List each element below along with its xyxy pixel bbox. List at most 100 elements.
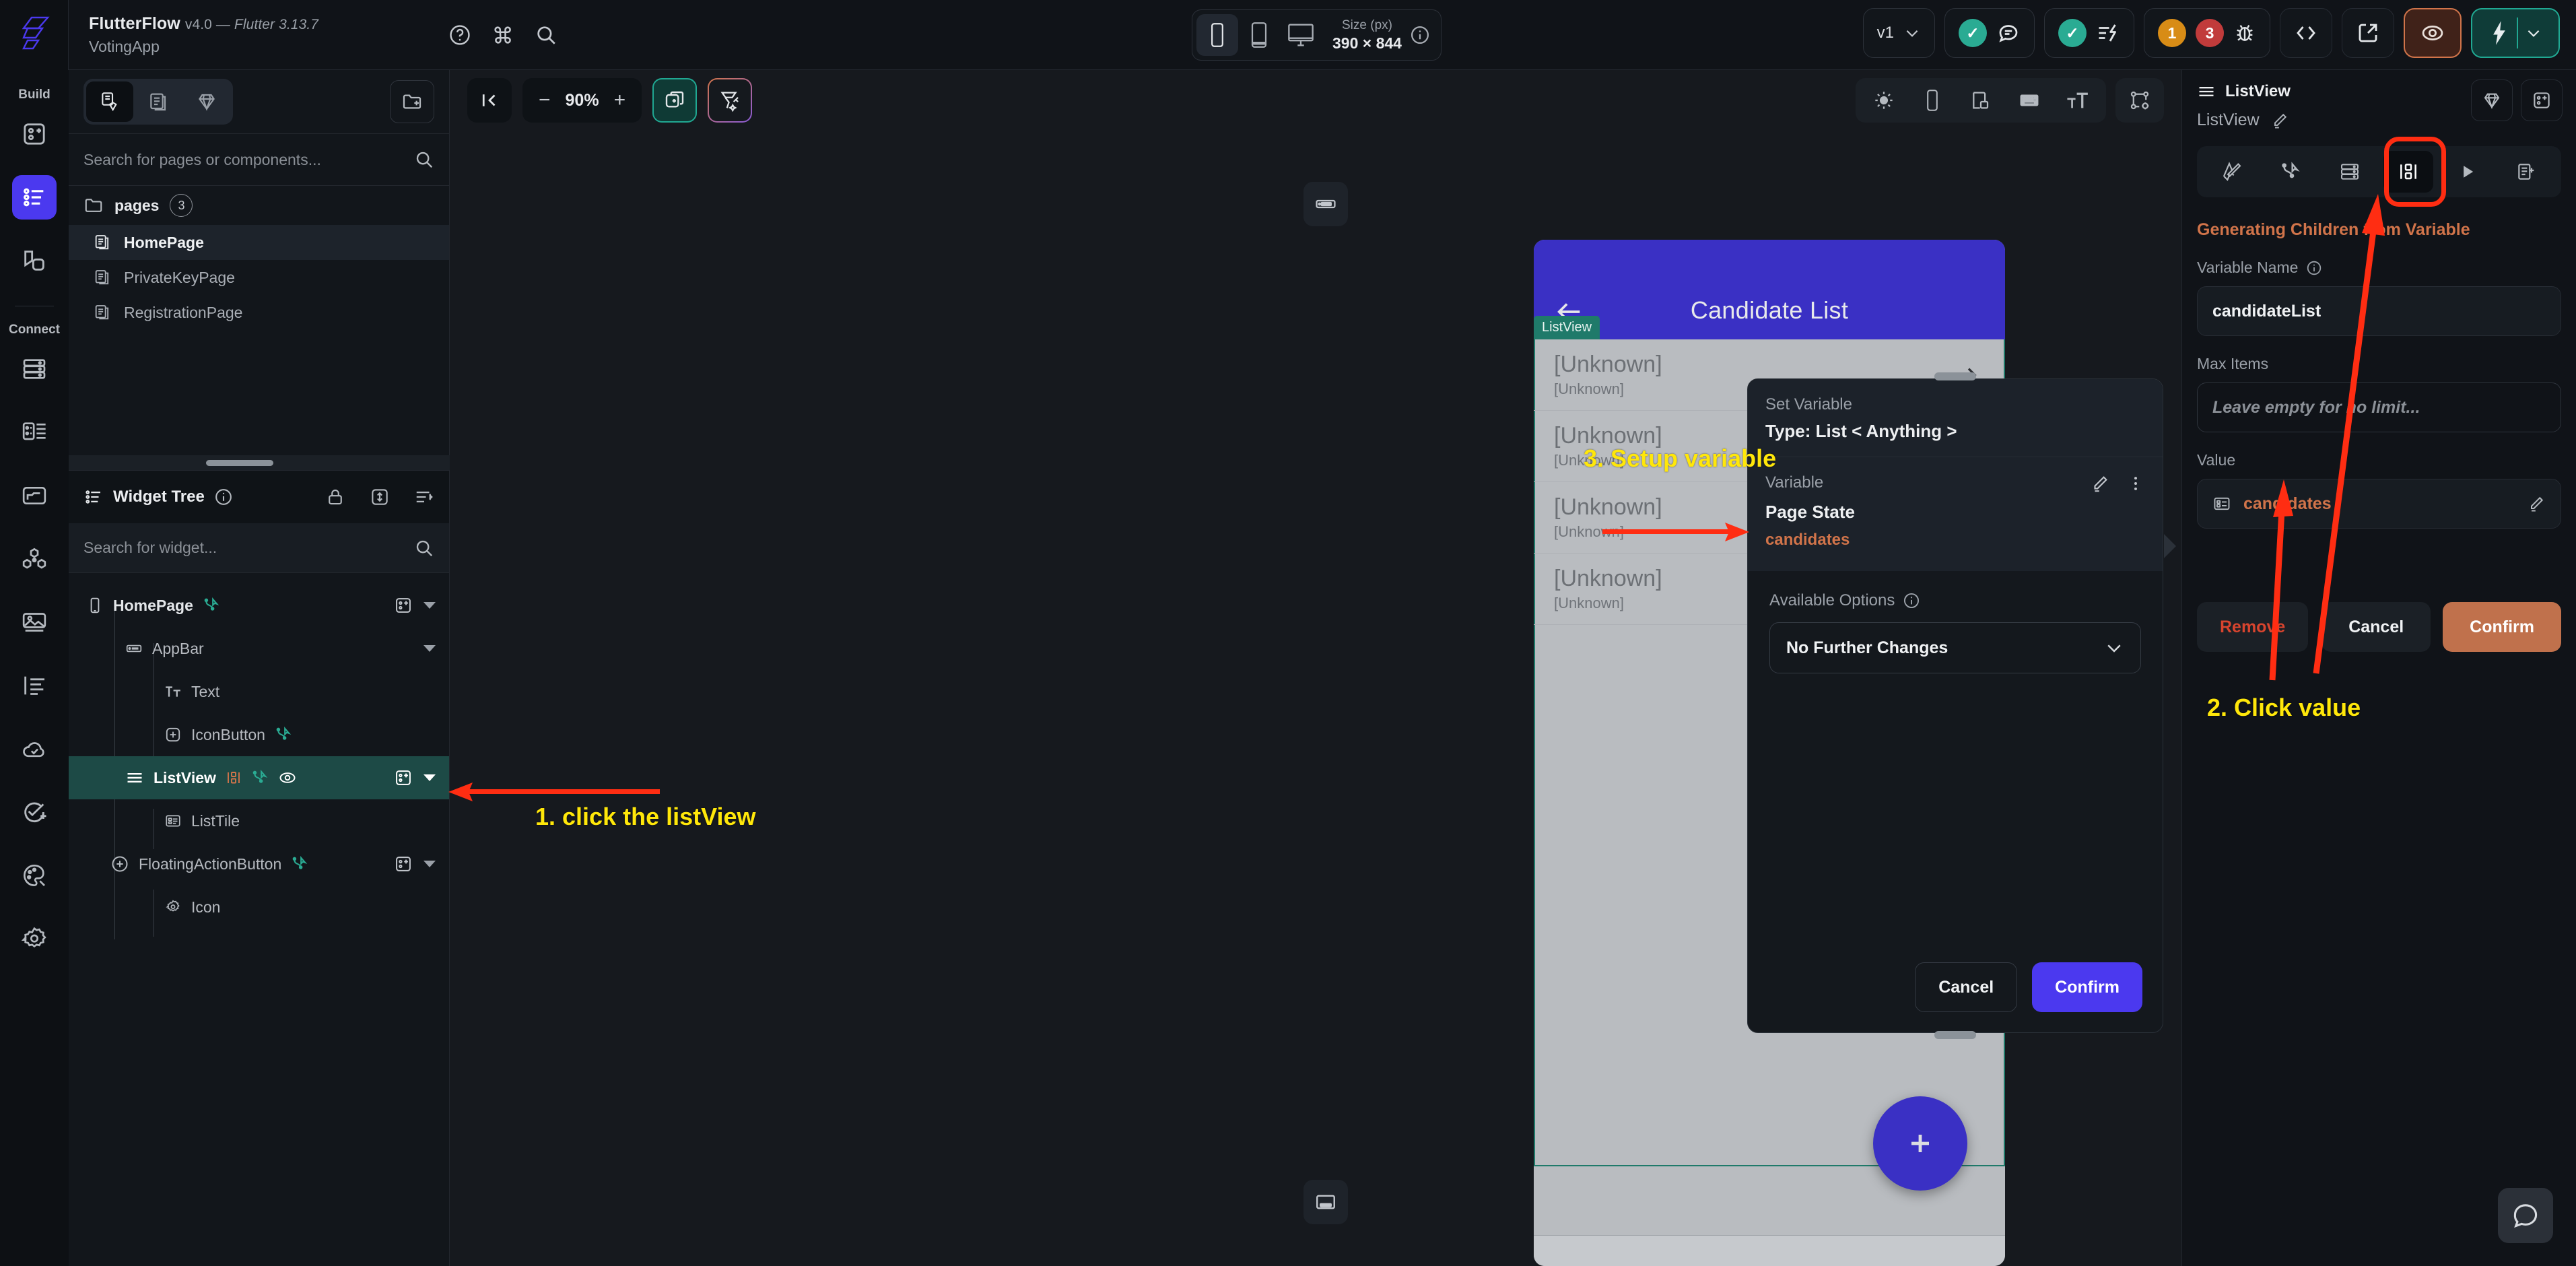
device-phone-button[interactable]	[1196, 14, 1238, 56]
pages-search-input[interactable]	[83, 150, 380, 169]
product-name: FlutterFlow	[89, 13, 180, 33]
share-button[interactable]	[2342, 8, 2394, 58]
tree-node-homepage[interactable]: HomePage	[69, 584, 449, 627]
pages-horizontal-scrollbar[interactable]	[69, 455, 450, 470]
sort-icon[interactable]	[414, 487, 434, 507]
preview-button[interactable]	[2404, 8, 2462, 58]
rail-database[interactable]	[12, 347, 57, 391]
tree-node-text[interactable]: Text	[69, 670, 449, 713]
info-icon[interactable]	[1903, 592, 1920, 609]
chat-support-button[interactable]	[2498, 1188, 2553, 1243]
rail-page-selector[interactable]	[12, 175, 57, 220]
version-selector[interactable]: v1	[1862, 8, 1935, 58]
tree-node-listtile[interactable]: ListTile	[69, 799, 449, 842]
appbar-marker-button[interactable]	[1303, 182, 1348, 226]
search-icon[interactable]	[535, 24, 557, 46]
rail-integrations[interactable]	[12, 537, 57, 581]
rail-media[interactable]	[12, 600, 57, 644]
rail-localization[interactable]	[12, 663, 57, 708]
tree-node-fab[interactable]: FloatingActionButton	[69, 842, 449, 886]
keyboard-icon[interactable]	[2005, 81, 2054, 119]
device-desktop-button[interactable]	[1280, 14, 1322, 56]
zoom-in-button[interactable]: +	[614, 89, 626, 112]
plus-box-icon	[164, 726, 182, 743]
flutterflow-logo[interactable]	[0, 0, 69, 70]
widget-search-input[interactable]	[83, 539, 373, 557]
lock-icon[interactable]	[325, 487, 345, 507]
page-label: PrivateKeyPage	[124, 268, 235, 286]
add-widget-icon[interactable]	[394, 768, 413, 787]
text-size-icon[interactable]	[2054, 81, 2102, 119]
cancel-button[interactable]: Cancel	[1915, 962, 2018, 1012]
more-vertical-icon[interactable]	[2126, 474, 2145, 493]
action-flow-icon[interactable]	[251, 769, 269, 787]
size-value: 390 × 844	[1332, 34, 1402, 52]
chevron-down-icon[interactable]	[423, 774, 436, 781]
dialog-drag-handle-top[interactable]	[1934, 372, 1976, 380]
action-flow-icon[interactable]	[203, 597, 220, 614]
device-frame-icon[interactable]	[1908, 81, 1957, 119]
tree-node-icon[interactable]: Icon	[69, 886, 449, 929]
pages-folder-row[interactable]: pages 3	[69, 186, 449, 225]
available-options-dropdown[interactable]: No Further Changes	[1769, 622, 2141, 673]
command-icon[interactable]	[492, 24, 514, 46]
info-icon[interactable]	[214, 488, 233, 506]
rail-add-widget[interactable]	[12, 112, 57, 156]
add-widget-button[interactable]	[2521, 79, 2563, 121]
zoom-out-button[interactable]: −	[539, 89, 551, 112]
add-widget-icon[interactable]	[394, 596, 413, 615]
rail-tests[interactable]	[12, 790, 57, 834]
page-item-privatekeypage[interactable]: PrivateKeyPage	[69, 260, 449, 295]
action-flow-icon[interactable]	[275, 726, 292, 743]
bottom-bar-marker-button[interactable]	[1303, 1180, 1348, 1224]
layout-settings-icon[interactable]	[2115, 78, 2164, 123]
brightness-icon[interactable]	[1860, 81, 1908, 119]
comments-status-button[interactable]: ✓	[1944, 8, 2035, 58]
tree-node-listview[interactable]: ListView	[69, 756, 449, 799]
pencil-icon[interactable]	[2270, 111, 2289, 130]
create-component-button[interactable]	[2471, 79, 2513, 121]
tree-node-iconbutton[interactable]: IconButton	[69, 713, 449, 756]
phone-appbar[interactable]: Candidate List ListView	[1534, 240, 2005, 339]
action-flow-icon[interactable]	[291, 855, 308, 873]
tree-node-appbar[interactable]: AppBar	[69, 627, 449, 670]
add-widget-icon[interactable]	[394, 855, 413, 873]
rail-deploy[interactable]	[12, 727, 57, 771]
rail-settings[interactable]	[12, 917, 57, 961]
annotation-2-text: 2. Click value	[2207, 694, 2361, 721]
search-icon[interactable]	[414, 538, 434, 558]
segment-pages-and-components[interactable]	[86, 81, 133, 122]
rail-components[interactable]	[12, 238, 57, 283]
run-button[interactable]	[2471, 8, 2560, 58]
segment-components[interactable]	[183, 81, 230, 122]
info-icon[interactable]	[1410, 25, 1430, 45]
rail-app-state[interactable]	[12, 410, 57, 455]
rail-storage[interactable]	[12, 473, 57, 518]
chevron-down-icon[interactable]	[423, 861, 436, 867]
collapse-panel-button[interactable]	[467, 78, 512, 123]
eye-icon[interactable]	[278, 768, 297, 787]
chevron-down-icon[interactable]	[423, 645, 436, 652]
pencil-icon[interactable]	[2090, 473, 2110, 494]
add-frame-button[interactable]	[652, 78, 698, 123]
bolt-icon	[2096, 21, 2120, 45]
device-tablet-button[interactable]	[1238, 14, 1280, 56]
segment-pages[interactable]	[135, 81, 182, 122]
ai-generate-button[interactable]	[708, 78, 752, 123]
rail-connect-label: Connect	[9, 323, 60, 337]
page-item-registrationpage[interactable]: RegistrationPage	[69, 295, 449, 330]
expand-collapse-icon[interactable]	[370, 487, 390, 507]
chevron-down-icon[interactable]	[423, 602, 436, 609]
new-folder-button[interactable]	[390, 80, 434, 123]
confirm-button[interactable]: Confirm	[2032, 962, 2142, 1012]
issues-button[interactable]: 1 3	[2144, 8, 2270, 58]
help-circle-icon[interactable]	[448, 24, 471, 46]
dialog-drag-handle-bottom[interactable]	[1934, 1031, 1976, 1039]
view-code-button[interactable]	[2280, 8, 2332, 58]
build-status-button[interactable]: ✓	[2044, 8, 2134, 58]
page-item-homepage[interactable]: HomePage	[69, 225, 449, 260]
floating-action-button[interactable]	[1873, 1096, 1967, 1191]
rail-theme[interactable]	[12, 853, 57, 898]
search-icon[interactable]	[414, 149, 434, 170]
split-view-icon[interactable]	[1957, 81, 2005, 119]
